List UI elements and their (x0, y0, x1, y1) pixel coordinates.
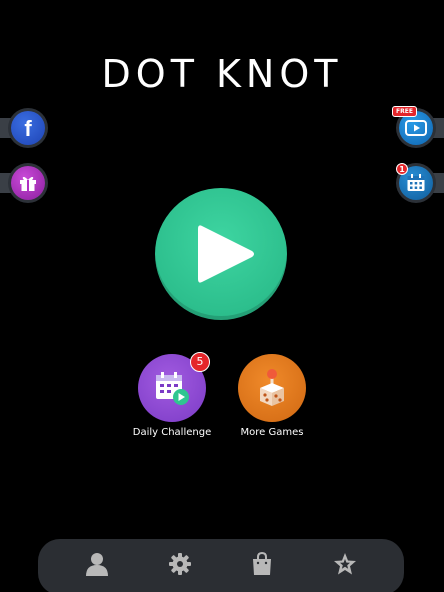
achievements-tab[interactable] (325, 544, 365, 584)
shop-bag-icon (253, 552, 272, 575)
game-title: DOT KNOT (101, 52, 343, 96)
daily-challenge-badge: 5 (190, 352, 210, 372)
settings-gear-icon (168, 553, 191, 575)
bottom-nav-bar (38, 539, 404, 592)
play-icon (198, 225, 254, 283)
gift-button[interactable] (0, 163, 50, 203)
facebook-button[interactable]: f (0, 108, 50, 148)
settings-tab[interactable] (160, 544, 200, 584)
free-badge: FREE (392, 106, 417, 117)
free-video-button[interactable]: FREE (392, 106, 444, 148)
profile-tab[interactable] (77, 544, 117, 584)
facebook-icon: f (11, 111, 45, 145)
calendar-play-icon (156, 372, 189, 405)
shop-tab[interactable] (242, 544, 282, 584)
calendar-button[interactable]: 1 (394, 163, 444, 203)
star-badge-icon (333, 553, 356, 575)
calendar-count-badge: 1 (396, 163, 408, 175)
more-games-button[interactable]: More Games (212, 354, 332, 438)
gift-icon (11, 166, 45, 200)
profile-icon (86, 553, 109, 576)
joystick-dice-icon (260, 369, 284, 406)
more-games-label: More Games (240, 427, 304, 438)
play-button[interactable] (155, 188, 287, 320)
